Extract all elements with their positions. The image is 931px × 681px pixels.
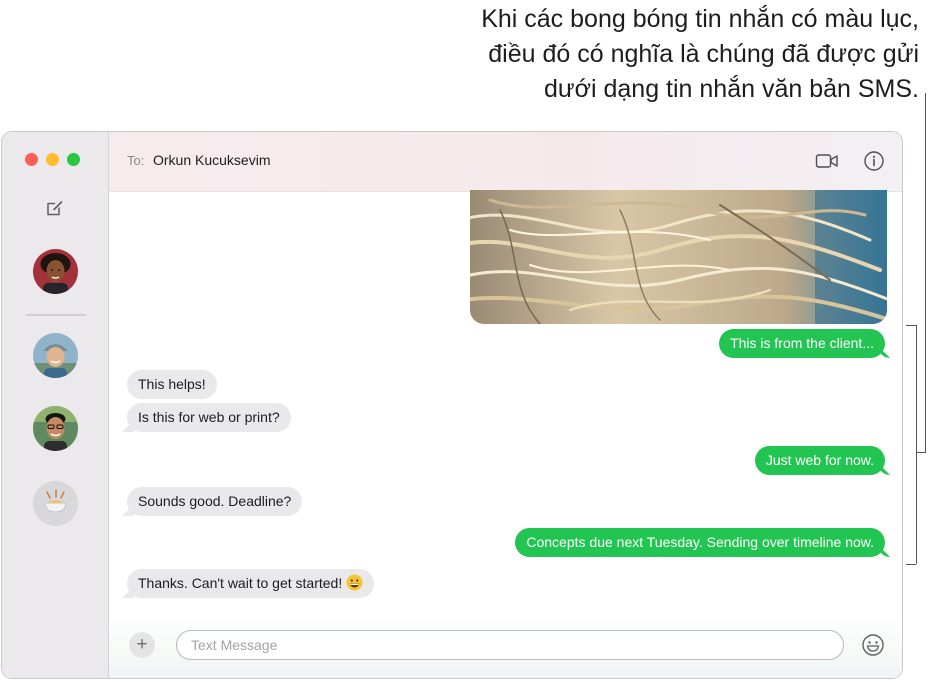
- info-icon[interactable]: [863, 150, 887, 172]
- callout-leader-connector: [916, 452, 926, 453]
- sidebar-divider: [26, 314, 86, 316]
- message-bubble-sent[interactable]: This is from the client...: [719, 329, 885, 358]
- grinning-face-emoji: [346, 574, 363, 591]
- video-camera-icon[interactable]: [815, 150, 839, 172]
- message-bubble-sent[interactable]: Concepts due next Tuesday. Sending over …: [515, 528, 885, 557]
- message-bubble-received[interactable]: Sounds good. Deadline?: [127, 487, 303, 516]
- conversation-avatar-2[interactable]: [33, 406, 78, 451]
- messages-window: To: Orkun Kucuksevim This is from the cl…: [1, 131, 903, 679]
- sms-bracket-bottom: [906, 564, 916, 565]
- callout-line-3: dưới dạng tin nhắn văn bản SMS.: [543, 75, 919, 103]
- emoji-icon[interactable]: [861, 633, 885, 657]
- message-text: Thanks. Can't wait to get started!: [138, 575, 343, 591]
- to-label: To:: [127, 153, 145, 168]
- conversation-header: To: Orkun Kucuksevim: [109, 132, 902, 192]
- conversation-avatar-group[interactable]: [33, 481, 78, 526]
- message-transcript: This is from the client... This helps! I…: [109, 190, 902, 678]
- conversation-avatar-1[interactable]: [33, 333, 78, 378]
- message-bubble-received[interactable]: This helps!: [127, 370, 217, 399]
- conversation-avatar-pinned[interactable]: [33, 249, 78, 294]
- close-button[interactable]: [25, 153, 38, 166]
- sms-bracket-top: [906, 325, 916, 326]
- message-bubble-received[interactable]: Is this for web or print?: [127, 403, 291, 432]
- compose-icon[interactable]: [45, 198, 65, 218]
- message-text-field[interactable]: [176, 630, 844, 660]
- shared-photo[interactable]: [470, 190, 887, 324]
- minimize-button[interactable]: [46, 153, 59, 166]
- sms-bracket: [916, 325, 917, 564]
- message-input-bar: +: [109, 616, 902, 678]
- zoom-button[interactable]: [67, 153, 80, 166]
- callout-line-1: Khi các bong bóng tin nhắn có màu lục,: [481, 5, 919, 33]
- recipient-name[interactable]: Orkun Kucuksevim: [153, 152, 270, 168]
- callout-line-2: điều đó có nghĩa là chúng đã được gửi: [488, 40, 919, 68]
- message-bubble-received[interactable]: Thanks. Can't wait to get started!: [127, 569, 375, 598]
- plus-icon[interactable]: +: [129, 632, 155, 658]
- message-bubble-sent[interactable]: Just web for now.: [754, 446, 885, 475]
- sidebar: [2, 132, 109, 678]
- sms-callout: Khi các bong bóng tin nhắn có màu lục, đ…: [359, 2, 919, 107]
- callout-leader-line: [925, 93, 926, 453]
